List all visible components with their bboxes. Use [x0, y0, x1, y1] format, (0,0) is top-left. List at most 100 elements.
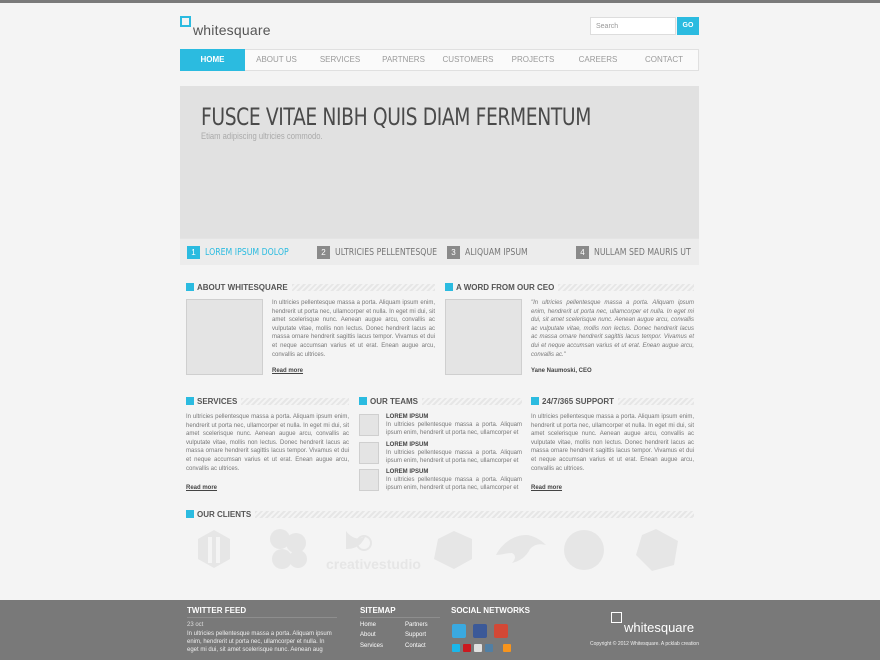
client-logo-7[interactable] — [636, 529, 678, 571]
sitemap-link-home[interactable]: Home — [360, 622, 376, 628]
slider-tab-label: NULLAM SED MAURIS UT — [594, 246, 691, 258]
slider-tab-number: 1 — [187, 245, 200, 259]
hero-subtitle: Etiam adipiscing ultricies commodo. — [201, 131, 323, 141]
square-bullet-icon — [359, 397, 367, 405]
support-heading-text: 24/7/365 SUPPORT — [542, 396, 615, 406]
services-read-more-link[interactable]: Read more — [186, 485, 217, 491]
square-bullet-icon — [445, 283, 453, 291]
search-input[interactable]: Search — [590, 17, 676, 35]
sitemap-link-partners[interactable]: Partners — [405, 622, 428, 628]
nav-item-home[interactable]: HOME — [180, 49, 245, 71]
services-heading-text: SERVICES — [197, 396, 238, 406]
nav-item-about-us[interactable]: ABOUT US — [245, 50, 308, 70]
about-heading-text: ABOUT WHITESQUARE — [197, 282, 288, 292]
heading-stripe — [422, 397, 522, 405]
team-item[interactable]: LOREM IPSUM In ultricies pellentesque ma… — [359, 469, 523, 493]
sitemap-link-about[interactable]: About — [360, 632, 376, 638]
services-text: In ultricies pellentesque massa a porta.… — [186, 414, 349, 472]
facebook-icon[interactable] — [473, 624, 487, 638]
clients-heading: OUR CLIENTS — [186, 509, 694, 519]
slider-tabs: 1 LOREM IPSUM DOLOP 2 ULTRICIES PELLENTE… — [180, 238, 699, 265]
nav-item-careers[interactable]: CAREERS — [565, 50, 631, 70]
heading-stripe — [241, 397, 349, 405]
client-logo-1[interactable] — [198, 530, 230, 568]
hero-title: FUSCE VITAE NIBH QUIS DIAM FERMENTUM — [201, 103, 591, 131]
team-thumbnail — [359, 414, 379, 436]
support-text: In ultricies pellentesque massa a porta.… — [531, 414, 694, 472]
nav-item-projects[interactable]: PROJECTS — [501, 50, 565, 70]
square-bullet-icon — [186, 510, 194, 518]
client-logo-4[interactable] — [434, 531, 472, 569]
sitemap-link-contact[interactable]: Contact — [405, 643, 426, 649]
client-logo-horse[interactable] — [496, 535, 546, 563]
sitemap-link-support[interactable]: Support — [405, 632, 426, 638]
nav-item-contact[interactable]: CONTACT — [631, 50, 697, 70]
vimeo-icon[interactable] — [452, 644, 460, 652]
top-border — [0, 0, 880, 3]
heading-stripe — [255, 510, 694, 518]
client-logo-creativestudio[interactable]: creativestudio — [326, 531, 421, 572]
slider-tab-1[interactable]: 1 LOREM IPSUM DOLOP — [187, 245, 312, 259]
ceo-photo — [445, 299, 522, 375]
nav-item-partners[interactable]: PARTNERS — [372, 50, 435, 70]
team-name: LOREM IPSUM — [386, 414, 429, 420]
footer-divider — [360, 617, 440, 618]
client-wordmark: creativestudio — [326, 556, 421, 572]
about-read-more-link[interactable]: Read more — [272, 368, 303, 374]
team-text: In ultricies pellentesque massa a porta.… — [386, 450, 522, 464]
client-logo-2[interactable] — [270, 529, 307, 569]
youtube-icon[interactable] — [463, 644, 471, 652]
support-heading: 24/7/365 SUPPORT — [531, 396, 694, 406]
clients-logos: creativestudio — [198, 529, 678, 572]
team-thumbnail — [359, 469, 379, 491]
logo-text: whitesquare — [193, 22, 271, 38]
slider-tab-2[interactable]: 2 ULTRICIES PELLENTESQUE — [317, 245, 466, 259]
slider-tab-4[interactable]: 4 NULLAM SED MAURIS UT — [576, 245, 718, 259]
slider-tab-label: ULTRICIES PELLENTESQUE — [335, 246, 438, 258]
about-text: In ultricies pellentesque massa a porta.… — [272, 300, 435, 358]
copyright-text: Copyright © 2012 Whitesquare. A pcklab c… — [589, 641, 699, 647]
tweet-date: 23 oct — [187, 622, 204, 628]
team-name: LOREM IPSUM — [386, 469, 429, 475]
team-text: In ultricies pellentesque massa a porta.… — [386, 422, 522, 436]
flickr-icon[interactable] — [474, 644, 482, 652]
slider-tab-number: 3 — [447, 245, 460, 259]
support-read-more-link[interactable]: Read more — [531, 485, 562, 491]
services-heading: SERVICES — [186, 396, 349, 406]
hero-slider[interactable]: FUSCE VITAE NIBH QUIS DIAM FERMENTUM Eti… — [180, 86, 699, 238]
twitter-icon[interactable] — [452, 624, 466, 638]
about-image — [186, 299, 263, 375]
ceo-quote: "In ultricies pellentesque massa a porta… — [531, 300, 694, 358]
instagram-icon[interactable] — [485, 644, 493, 652]
logo-square-icon — [180, 16, 191, 27]
team-name: LOREM IPSUM — [386, 442, 429, 448]
main-nav: HOME ABOUT US SERVICES PARTNERS CUSTOMER… — [180, 49, 699, 71]
client-logo-6[interactable] — [564, 530, 604, 570]
sitemap-link-services[interactable]: Services — [360, 643, 383, 649]
slider-tab-number: 4 — [576, 245, 589, 259]
search-go-button[interactable]: GO — [677, 17, 699, 35]
nav-item-services[interactable]: SERVICES — [308, 50, 372, 70]
teams-heading-text: OUR TEAMS — [370, 396, 418, 406]
social-networks-heading: SOCIAL NETWORKS — [451, 606, 530, 615]
rss-icon[interactable] — [503, 644, 511, 652]
twitter-feed-heading: TWITTER FEED — [187, 606, 247, 615]
ceo-heading-text: A WORD FROM OUR CEO — [456, 282, 555, 292]
team-item[interactable]: LOREM IPSUM In ultricies pellentesque ma… — [359, 442, 523, 466]
footer-logo-square-icon — [611, 612, 622, 623]
slider-tab-3[interactable]: 3 ALIQUAM IPSUM — [447, 245, 545, 259]
sitemap-heading: SITEMAP — [360, 606, 396, 615]
slider-tab-number: 2 — [317, 245, 330, 259]
footer — [0, 600, 880, 660]
heading-stripe — [618, 397, 694, 405]
team-thumbnail — [359, 442, 379, 464]
tweet-text: In ultricies pellentesque massa a porta.… — [187, 631, 332, 653]
team-item[interactable]: LOREM IPSUM In ultricies pellentesque ma… — [359, 414, 523, 438]
heading-stripe — [291, 283, 435, 291]
footer-logo-text[interactable]: whitesquare — [624, 620, 694, 635]
nav-item-customers[interactable]: CUSTOMERS — [435, 50, 501, 70]
google-plus-icon[interactable] — [494, 624, 508, 638]
clients-heading-text: OUR CLIENTS — [197, 509, 252, 519]
teams-heading: OUR TEAMS — [359, 396, 522, 406]
footer-divider — [187, 617, 337, 618]
